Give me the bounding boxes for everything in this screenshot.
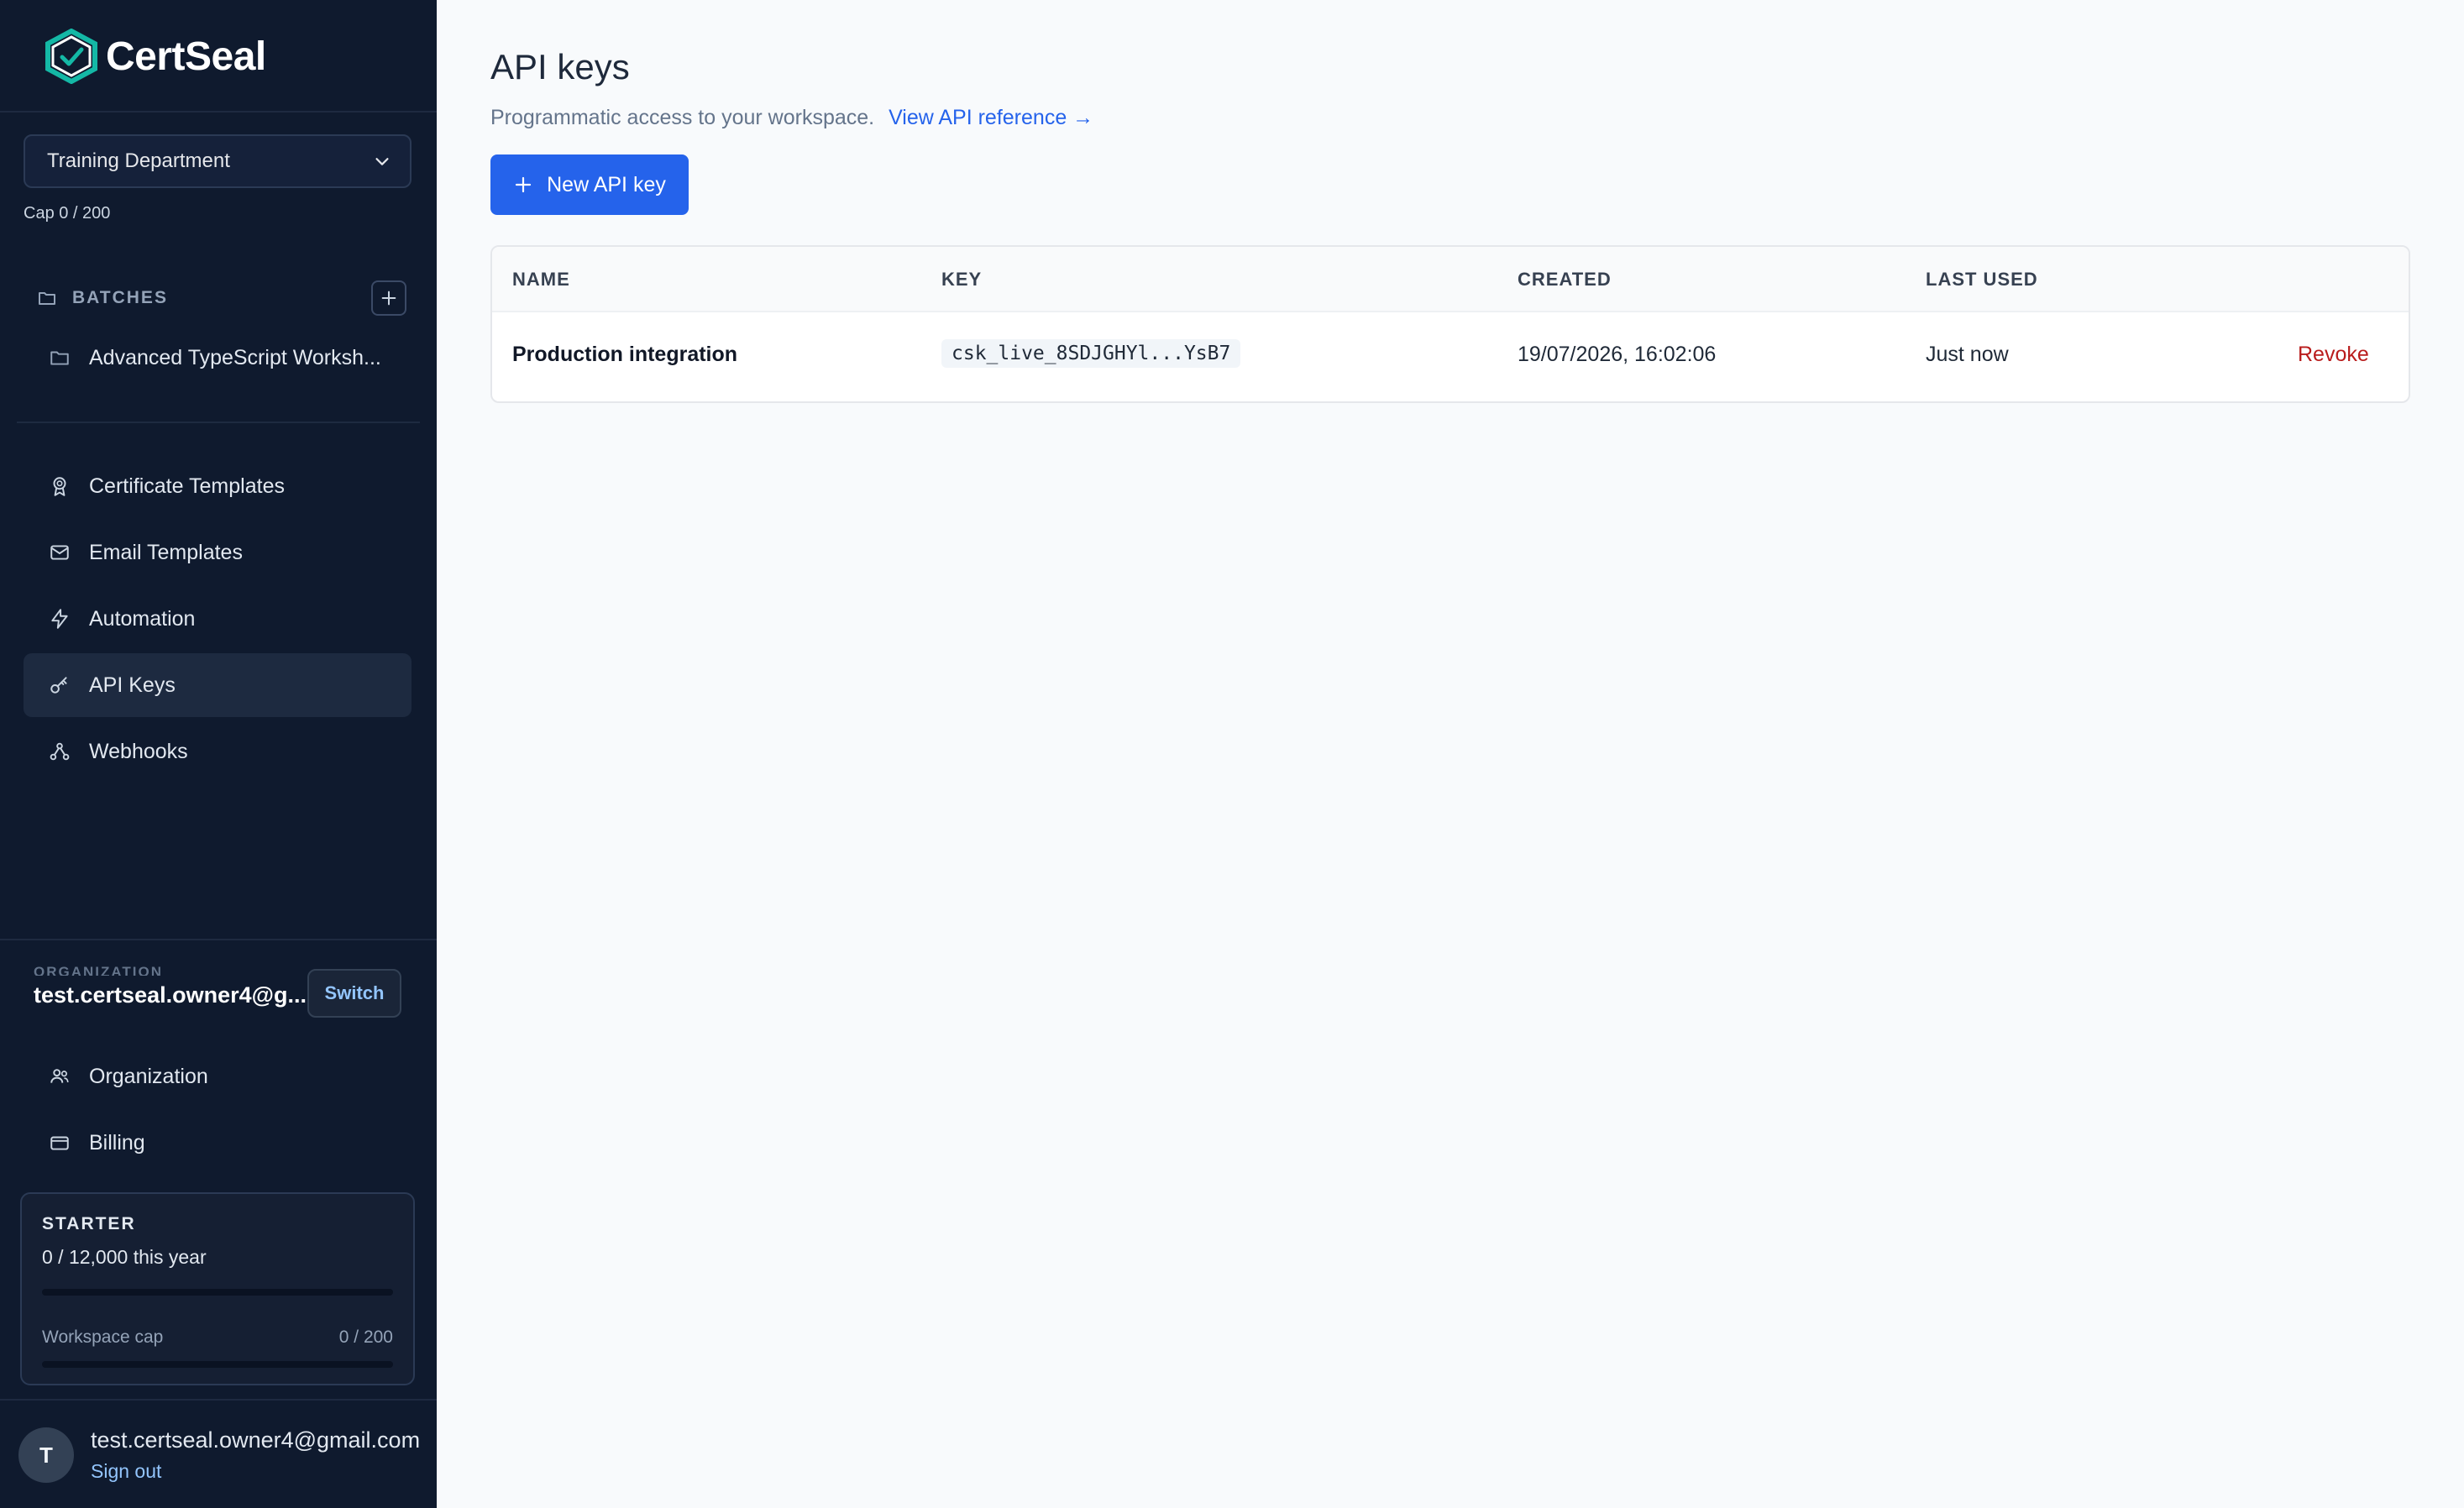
sidebar-divider	[0, 1399, 437, 1401]
table-header: NAME KEY CREATED LAST USED	[492, 247, 2409, 312]
users-icon	[50, 1069, 69, 1083]
sidebar-divider	[17, 422, 420, 423]
workspace-select[interactable]: Training Department	[24, 134, 412, 188]
sidebar: CertSeal Training Department Cap 0 / 200…	[0, 0, 437, 1508]
sign-out-link[interactable]: Sign out	[91, 1460, 420, 1483]
user-email: test.certseal.owner4@gmail.com	[91, 1427, 421, 1453]
add-batch-button[interactable]	[371, 280, 406, 316]
sidebar-item-label: Certificate Templates	[89, 474, 285, 498]
api-key-last-used: Just now	[1926, 343, 2009, 366]
new-api-key-label: New API key	[547, 172, 666, 196]
plus-icon	[381, 291, 396, 306]
batch-item[interactable]: Advanced TypeScript Worksh...	[24, 326, 412, 390]
workspace-select-value: Training Department	[47, 149, 230, 172]
organization-name: test.certseal.owner4@g...	[34, 982, 307, 1008]
brand-name: CertSeal	[106, 34, 266, 79]
workspace-cap-row: Workspace cap 0 / 200	[42, 1327, 393, 1348]
workspace-cap-label: Workspace cap	[42, 1327, 164, 1347]
sidebar-item-organization[interactable]: Organization	[24, 1045, 412, 1108]
key-icon	[50, 677, 67, 694]
sidebar-item-label: Automation	[89, 606, 196, 631]
folder-icon	[39, 292, 55, 305]
sidebar-item-label: Billing	[89, 1130, 145, 1155]
sidebar-item-label: Webhooks	[89, 739, 188, 763]
column-header-last-used: LAST USED	[1926, 269, 2038, 290]
sidebar-item-label: Email Templates	[89, 540, 243, 564]
sidebar-item-webhooks[interactable]: Webhooks	[24, 720, 412, 783]
plus-icon	[516, 176, 532, 193]
brand[interactable]: CertSeal	[42, 29, 266, 84]
credit-card-icon	[50, 1136, 69, 1150]
zap-icon	[51, 609, 68, 629]
sidebar-item-api-keys[interactable]: API Keys	[24, 653, 412, 717]
award-icon	[53, 477, 66, 496]
mail-icon	[50, 545, 69, 560]
api-key-value[interactable]: csk_live_8SDJGHYl...YsB7	[941, 339, 1241, 368]
webhook-icon	[50, 742, 70, 761]
page-subtitle: Programmatic access to your workspace. V…	[490, 106, 1093, 130]
api-key-created: 19/07/2026, 16:02:06	[1518, 343, 1717, 366]
sidebar-divider	[0, 111, 437, 113]
api-reference-link[interactable]: View API reference →	[889, 106, 1093, 129]
table-row: Production integration csk_live_8SDJGHYl…	[492, 312, 2409, 401]
page-subtitle-text: Programmatic access to your workspace.	[490, 106, 875, 129]
new-api-key-button[interactable]: New API key	[490, 154, 689, 215]
switch-organization-button[interactable]: Switch	[307, 969, 401, 1018]
batches-title: BATCHES	[72, 288, 168, 307]
plan-name: STARTER	[42, 1214, 136, 1233]
workspace-cap: Cap 0 / 200	[24, 204, 111, 223]
main-content: API keys Programmatic access to your wor…	[437, 0, 2464, 1508]
sidebar-item-label: Organization	[89, 1064, 208, 1088]
workspace-cap-value: 0 / 200	[338, 1327, 393, 1347]
api-keys-table: NAME KEY CREATED LAST USED Production in…	[490, 245, 2410, 403]
sidebar-item-billing[interactable]: Billing	[24, 1111, 412, 1175]
chevron-down-icon	[375, 158, 389, 165]
column-header-name: NAME	[512, 269, 570, 290]
sidebar-divider	[0, 939, 437, 940]
sidebar-item-certificate-templates[interactable]: Certificate Templates	[24, 454, 412, 518]
column-header-created: CREATED	[1518, 269, 1612, 290]
page-title: API keys	[490, 47, 630, 86]
batch-item-label: Advanced TypeScript Worksh...	[89, 345, 381, 369]
column-header-key: KEY	[941, 269, 983, 290]
folder-icon	[50, 351, 69, 365]
plan-usage-bar	[42, 1289, 393, 1296]
batches-section-header: BATCHES	[37, 280, 406, 316]
revoke-button[interactable]: Revoke	[2298, 343, 2369, 367]
sidebar-item-email-templates[interactable]: Email Templates	[24, 521, 412, 584]
plan-card: STARTER 0 / 12,000 this year Workspace c…	[20, 1192, 415, 1385]
user-profile: T test.certseal.owner4@gmail.com Sign ou…	[18, 1427, 420, 1483]
sidebar-item-label: API Keys	[89, 673, 176, 697]
workspace-cap-bar	[42, 1361, 393, 1368]
plan-usage: 0 / 12,000 this year	[42, 1246, 207, 1268]
avatar[interactable]: T	[18, 1427, 74, 1483]
sidebar-item-automation[interactable]: Automation	[24, 587, 412, 651]
organization-label: ORGANIZATION	[34, 964, 164, 976]
certseal-logo-icon	[45, 29, 97, 84]
api-key-name: Production integration	[512, 343, 738, 366]
